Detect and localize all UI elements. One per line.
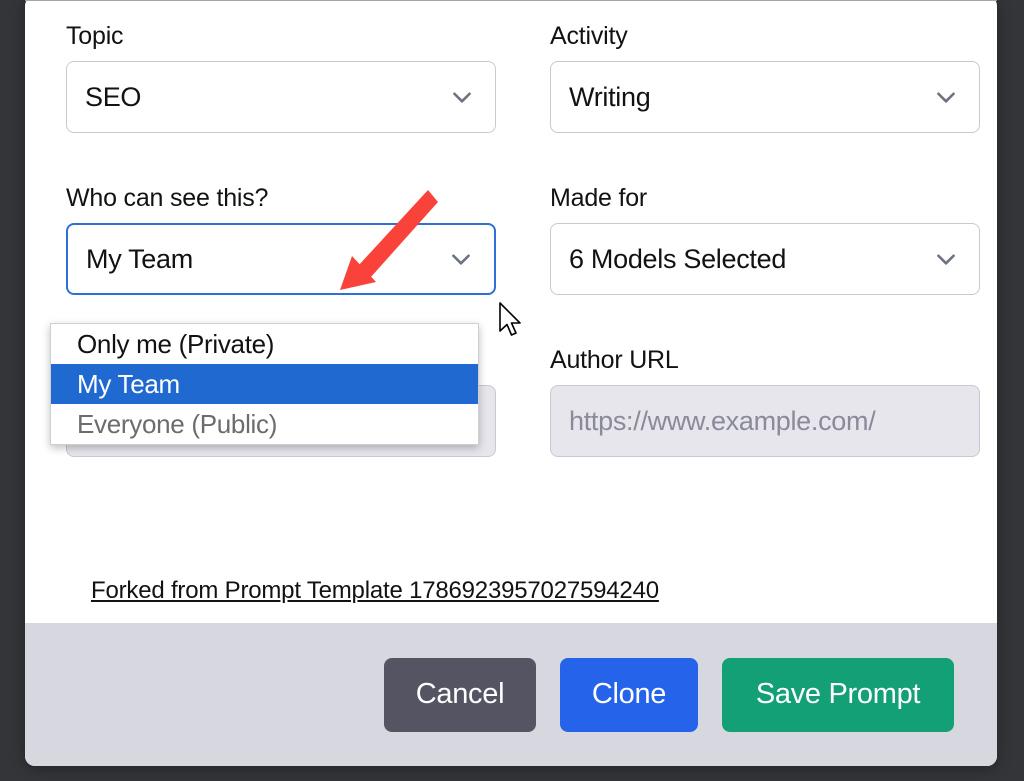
field-author-url: Author URL https://www.example.com/ <box>550 345 980 457</box>
chevron-down-icon <box>449 84 475 110</box>
topic-select[interactable]: SEO <box>66 61 496 133</box>
field-visibility: Who can see this? My Team <box>66 183 496 295</box>
made-for-value: 6 Models Selected <box>569 243 787 274</box>
visibility-select[interactable]: My Team <box>66 223 496 295</box>
dropdown-option-everyone: Everyone (Public) <box>77 408 278 439</box>
cancel-button[interactable]: Cancel <box>384 657 536 732</box>
made-for-label: Made for <box>550 184 648 212</box>
field-topic: Topic SEO <box>66 21 496 133</box>
dropdown-option-only-me[interactable]: Only me (Private) <box>51 324 478 364</box>
dropdown-option-my-team[interactable]: My Team <box>51 364 478 404</box>
chevron-down-icon <box>933 84 959 110</box>
made-for-select[interactable]: 6 Models Selected <box>550 223 980 295</box>
chevron-down-icon <box>933 246 959 272</box>
topic-label: Topic <box>66 22 124 50</box>
topic-value: SEO <box>85 81 142 112</box>
chevron-down-icon <box>448 246 474 272</box>
visibility-label: Who can see this? <box>66 184 269 212</box>
save-prompt-button[interactable]: Save Prompt <box>722 657 954 732</box>
visibility-value: My Team <box>86 243 193 274</box>
author-url-input[interactable]: https://www.example.com/ <box>550 385 980 457</box>
field-made-for: Made for 6 Models Selected <box>550 183 980 295</box>
forked-from-link[interactable]: Forked from Prompt Template 178692395702… <box>91 577 659 605</box>
author-url-label: Author URL <box>550 346 679 374</box>
dialog-body: Topic SEO Activity Writing Who can see t… <box>25 1 997 623</box>
activity-label: Activity <box>550 22 628 50</box>
visibility-dropdown-list[interactable]: Only me (Private) My Team Everyone (Publ… <box>50 323 479 445</box>
clone-button[interactable]: Clone <box>560 657 698 732</box>
activity-value: Writing <box>569 81 651 112</box>
dialog-footer: Cancel Clone Save Prompt <box>25 623 997 766</box>
field-activity: Activity Writing <box>550 21 980 133</box>
activity-select[interactable]: Writing <box>550 61 980 133</box>
prompt-settings-dialog: Topic SEO Activity Writing Who can see t… <box>25 0 997 766</box>
author-url-placeholder: https://www.example.com/ <box>569 405 876 436</box>
